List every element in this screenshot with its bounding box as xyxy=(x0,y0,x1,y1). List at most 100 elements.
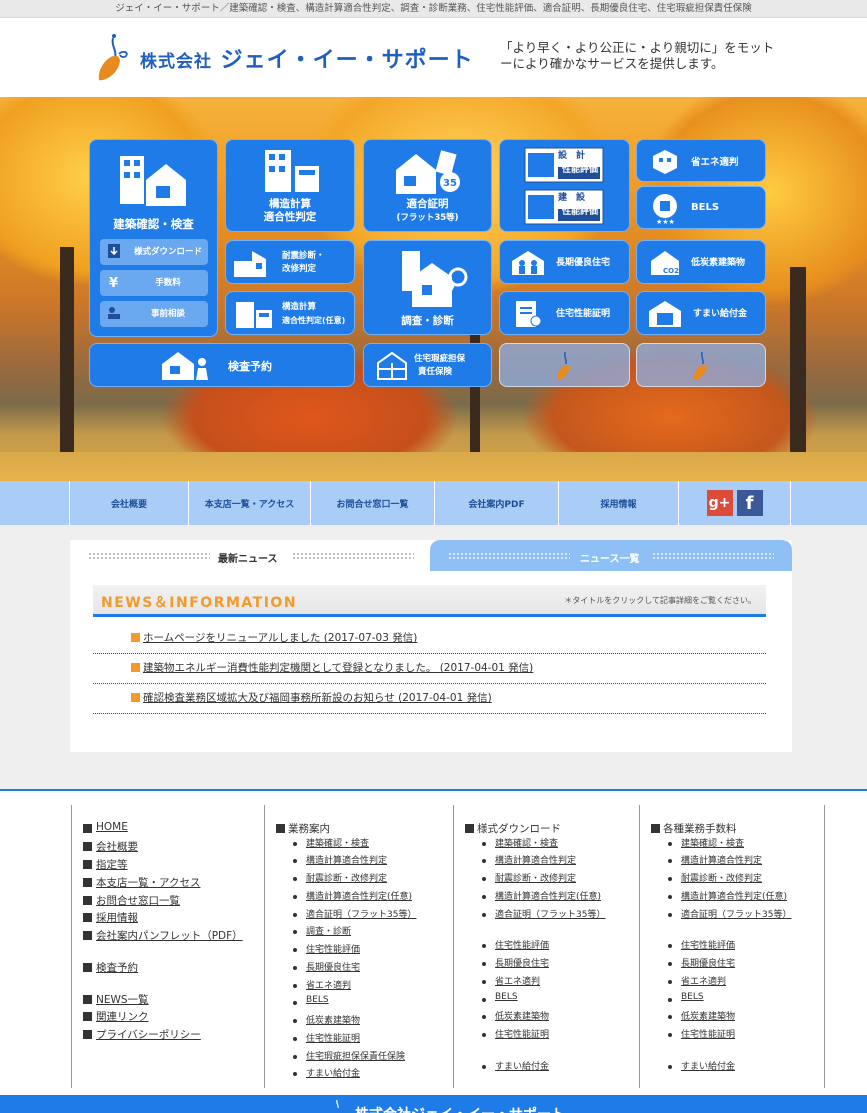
tile-jutaku-shomei[interactable]: 住宅性能証明 xyxy=(499,291,630,335)
footer-sub-link[interactable]: 低炭素建築物 xyxy=(495,1009,549,1022)
tile-download[interactable]: 様式ダウンロード xyxy=(100,239,208,265)
footer-sub-link[interactable]: 構造計算適合性判定(任意) xyxy=(495,889,601,902)
footer-sub-link[interactable]: 住宅性能評価 xyxy=(306,942,360,955)
tile-chosa[interactable]: 調査・診断 xyxy=(363,240,492,335)
footer-sub-link[interactable]: 建築確認・検査 xyxy=(495,836,558,849)
tile-kozo[interactable]: 構造計算 適合性判定 xyxy=(225,139,355,232)
tile-taishin-label-2: 改修判定 xyxy=(282,264,317,274)
tile-shoene[interactable]: 省エネ適判 xyxy=(636,139,766,182)
footer-sub-link[interactable]: BELS xyxy=(681,992,704,1002)
footer-sub-link[interactable]: 長期優良住宅 xyxy=(306,960,360,973)
footer-link[interactable]: 指定等 xyxy=(96,857,128,872)
footer-sub-link[interactable]: BELS xyxy=(495,992,518,1002)
news-link[interactable]: 確認検査業務区域拡大及び福岡事務所新設のお知らせ (2017-04-01 発信) xyxy=(143,690,492,705)
tile-consult[interactable]: 事前相談 xyxy=(100,301,208,327)
footer-sub-link[interactable]: 住宅性能証明 xyxy=(306,1031,360,1044)
facebook-icon[interactable]: f xyxy=(736,490,763,516)
tile-kozo-nini[interactable]: 構造計算 適合性判定(任意) xyxy=(225,291,355,335)
footer-sub-link[interactable]: 適合証明（フラット35等） xyxy=(495,907,605,920)
footer-sub-link[interactable]: 構造計算適合性判定(任意) xyxy=(681,889,787,902)
footer-link[interactable]: 検査予約 xyxy=(96,960,138,975)
tile-yoyaku[interactable]: 検査予約 xyxy=(89,343,355,387)
footer-sub-link[interactable]: 住宅瑕疵担保保責任保険 xyxy=(306,1049,405,1062)
dots-decoration xyxy=(292,552,414,560)
dots-decoration xyxy=(652,552,774,560)
footer-sub-link[interactable]: 省エネ適判 xyxy=(306,978,351,991)
footer-sub-link[interactable]: 耐震診断・改修判定 xyxy=(306,871,387,884)
nav-company[interactable]: 会社概要 xyxy=(69,481,188,525)
footer-sub-link[interactable]: 適合証明（フラット35等） xyxy=(681,907,791,920)
tile-sumai[interactable]: すまい給付金 xyxy=(636,291,766,335)
tile-tekigo[interactable]: 35 適合証明 (フラット35等) xyxy=(363,139,492,232)
footer-sub-link[interactable]: 耐震診断・改修判定 xyxy=(495,871,576,884)
footer-sub-link[interactable]: 低炭素建築物 xyxy=(306,1013,360,1026)
tile-bels[interactable]: ★★★ BELS xyxy=(636,186,766,229)
footer-sub-link[interactable]: 構造計算適合性判定 xyxy=(681,853,762,866)
footer-sub-link[interactable]: 耐震診断・改修判定 xyxy=(681,871,762,884)
tile-download-label: 様式ダウンロード xyxy=(133,247,202,257)
bullet-square-icon xyxy=(276,824,285,833)
footer-link[interactable]: 会社概要 xyxy=(96,839,138,854)
footer-sub-link[interactable]: 住宅性能証明 xyxy=(681,1027,735,1040)
footer-link[interactable]: NEWS一覧 xyxy=(96,992,149,1007)
google-plus-icon[interactable]: g+ xyxy=(706,490,733,516)
company-logo-icon[interactable] xyxy=(93,32,133,84)
footer-sub-link[interactable]: 適合証明（フラット35等） xyxy=(306,907,416,920)
footer-link[interactable]: 採用情報 xyxy=(96,910,138,925)
footer-sub-link[interactable]: 構造計算適合性判定(任意) xyxy=(306,889,412,902)
footer-sub-link[interactable]: 長期優良住宅 xyxy=(495,956,549,969)
tab-latest-news-label: 最新ニュース xyxy=(218,554,278,565)
news-link[interactable]: 建築物エネルギー消費性能判定機関として登録となりました。 (2017-04-01… xyxy=(143,660,533,675)
tile-choki[interactable]: 長期優良住宅 xyxy=(499,240,630,284)
tile-placeholder xyxy=(499,343,630,387)
footer-sub-link[interactable]: BELS xyxy=(306,995,329,1005)
inspection-booking-icon xyxy=(162,352,208,380)
bullet-square-icon xyxy=(83,995,92,1004)
footer-col-downloads: 様式ダウンロード 建築確認・検査 構造計算適合性判定 耐震診断・改修判定 構造計算適合性… xyxy=(453,805,639,1088)
footer-link[interactable]: お問合せ窓口一覧 xyxy=(96,893,180,908)
footer-sub-link[interactable]: 建築確認・検査 xyxy=(681,836,744,849)
footer-sub-link[interactable]: すまい給付金 xyxy=(306,1066,360,1079)
nav-recruit[interactable]: 採用情報 xyxy=(558,481,678,525)
footer-sub-link[interactable]: 省エネ適判 xyxy=(495,974,540,987)
tile-jutaku-shomei-label: 住宅性能証明 xyxy=(556,309,611,319)
tile-seino-hyoka[interactable]: 設 計 性能評価 建 設 性能評価 xyxy=(499,139,630,232)
tab-news-list[interactable]: ニュース一覧 xyxy=(430,540,792,571)
nav-offices[interactable]: 本支店一覧・アクセス xyxy=(188,481,310,525)
bullet-square-icon xyxy=(83,931,92,940)
footer-link[interactable]: HOME xyxy=(96,821,128,833)
footer-sub-link[interactable]: 住宅性能証明 xyxy=(495,1027,549,1040)
tile-taishin[interactable]: 耐震診断・ 改修判定 xyxy=(225,240,355,284)
footer-sub-link[interactable]: 構造計算適合性判定 xyxy=(306,853,387,866)
footer-link[interactable]: 本支店一覧・アクセス xyxy=(96,875,200,890)
bullet-dot-icon xyxy=(293,948,297,952)
company-name[interactable]: 株式会社 ジェイ・イー・サポート xyxy=(140,42,474,74)
bullet-dot-icon xyxy=(668,1015,672,1019)
footer-sub-link[interactable]: 構造計算適合性判定 xyxy=(495,853,576,866)
nav-brochure[interactable]: 会社案内PDF xyxy=(434,481,558,525)
tab-latest-news[interactable]: 最新ニュース xyxy=(70,540,429,571)
bullet-dot-icon xyxy=(668,842,672,846)
nav-contact[interactable]: お問合せ窓口一覧 xyxy=(310,481,434,525)
news-link[interactable]: ホームページをリニューアルしました (2017-07-03 発信) xyxy=(143,630,417,645)
footer-sub-link[interactable]: すまい給付金 xyxy=(495,1059,549,1072)
tile-kakunin[interactable]: 建築確認・検査 様式ダウンロード ¥ 手数料 事前相談 xyxy=(89,139,218,337)
footer-sub-link[interactable]: すまい給付金 xyxy=(681,1059,735,1072)
footer-sub-link[interactable]: 住宅性能評価 xyxy=(495,938,549,951)
tile-kakunin-label: 建築確認・検査 xyxy=(113,217,194,231)
footer-link[interactable]: 関連リンク xyxy=(96,1009,149,1024)
tile-kashi[interactable]: 住宅瑕疵担保 責任保険 xyxy=(363,343,492,387)
footer-sub-link[interactable]: 調査・診断 xyxy=(306,924,351,937)
footer-sub-link[interactable]: 長期優良住宅 xyxy=(681,956,735,969)
tile-teitanso[interactable]: CO2 低炭素建築物 xyxy=(636,240,766,284)
bullet-dot-icon xyxy=(668,1033,672,1037)
footer-link[interactable]: 会社案内パンフレット（PDF） xyxy=(96,928,243,943)
footer-link[interactable]: プライバシーポリシー xyxy=(96,1027,201,1042)
footer-sub-link[interactable]: 低炭素建築物 xyxy=(681,1009,735,1022)
footer-sub-link[interactable]: 住宅性能評価 xyxy=(681,938,735,951)
footer-sub-link[interactable]: 省エネ適判 xyxy=(681,974,726,987)
tile-fee[interactable]: ¥ 手数料 xyxy=(100,270,208,296)
company-name-text: ジェイ・イー・サポート xyxy=(220,48,474,73)
footer-sub-link[interactable]: 建築確認・検査 xyxy=(306,836,369,849)
company-logo-icon xyxy=(336,1099,339,1109)
